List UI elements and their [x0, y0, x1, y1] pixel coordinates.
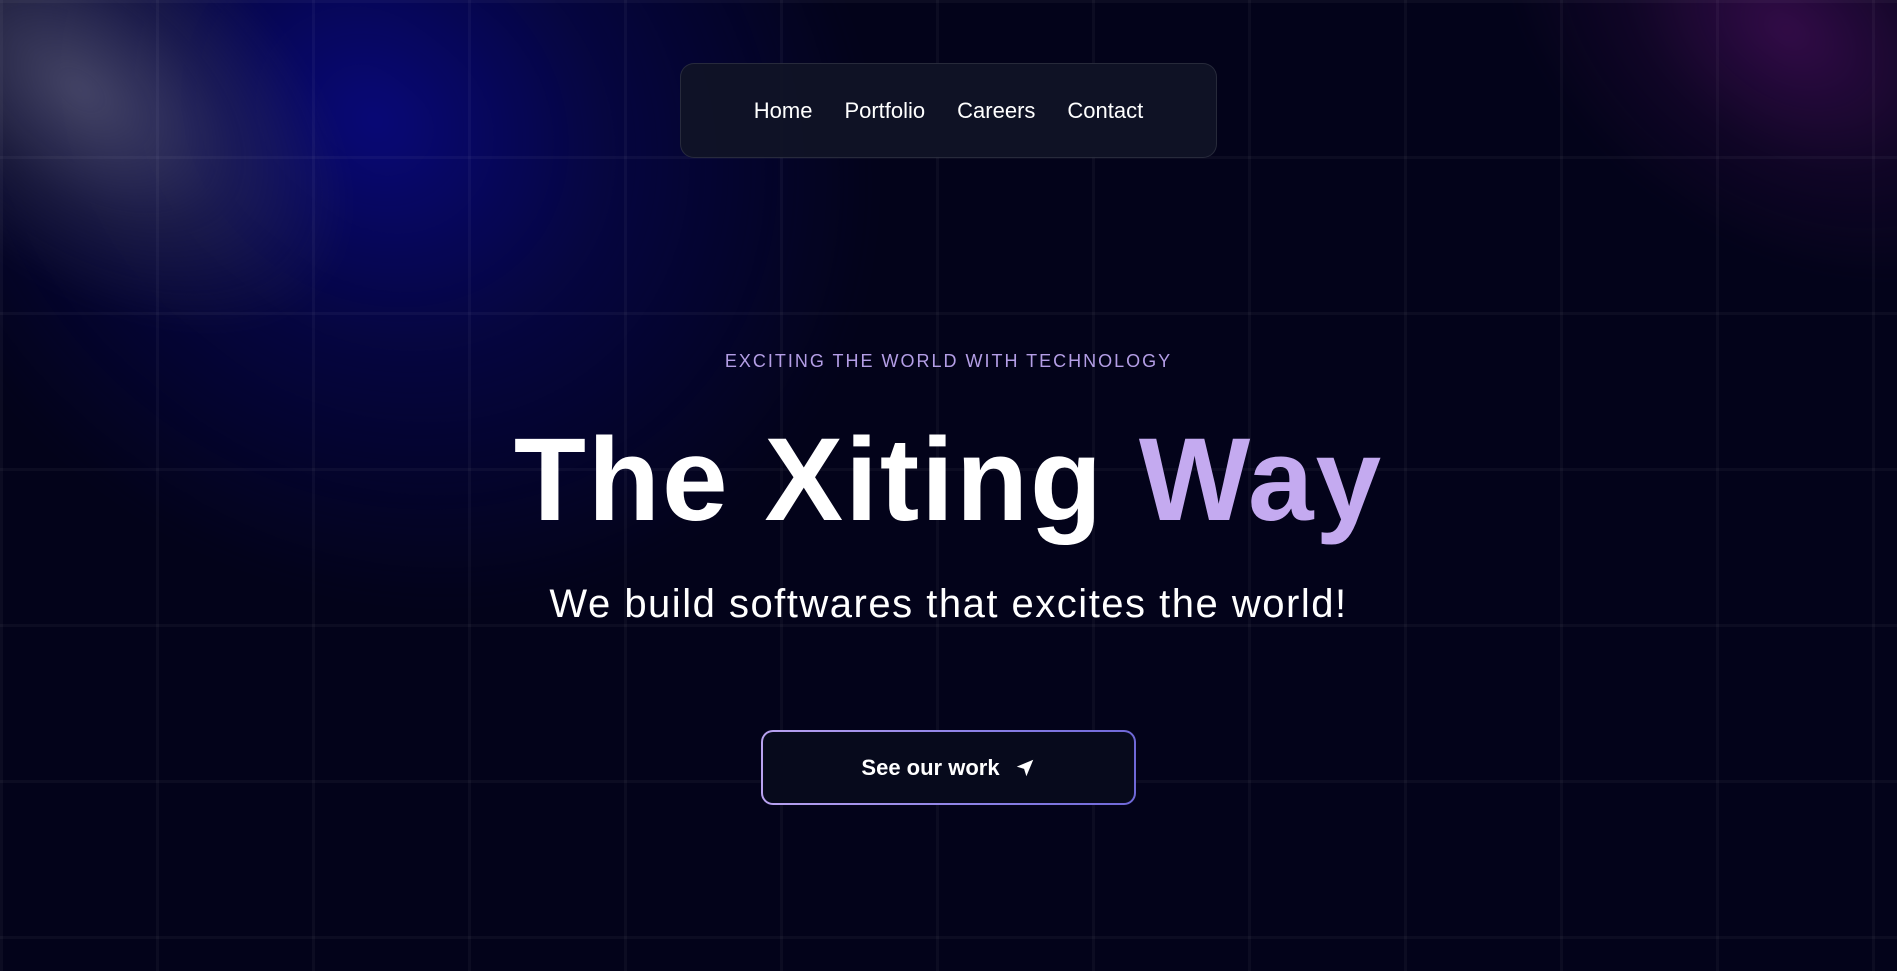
see-our-work-label: See our work: [861, 754, 1000, 780]
hero-eyebrow: EXCITING THE WORLD WITH TECHNOLOGY: [724, 351, 1173, 371]
main-nav: Home Portfolio Careers Contact: [680, 63, 1217, 158]
see-our-work-button-inner: See our work: [763, 732, 1134, 803]
hero-title-main: The Xiting: [513, 414, 1139, 546]
hero-subtitle: We build softwares that excites the worl…: [549, 582, 1348, 626]
hero-title: The Xiting Way: [0, 415, 1897, 545]
background-glow-purple: [1412, 0, 1897, 380]
navigation-arrow-icon: [1014, 757, 1036, 779]
nav-link-contact[interactable]: Contact: [1067, 98, 1143, 124]
hero-title-accent: Way: [1138, 414, 1384, 546]
see-our-work-button[interactable]: See our work: [761, 730, 1136, 805]
nav-link-home[interactable]: Home: [754, 98, 813, 124]
nav-link-portfolio[interactable]: Portfolio: [844, 98, 925, 124]
nav-link-careers[interactable]: Careers: [957, 98, 1035, 124]
